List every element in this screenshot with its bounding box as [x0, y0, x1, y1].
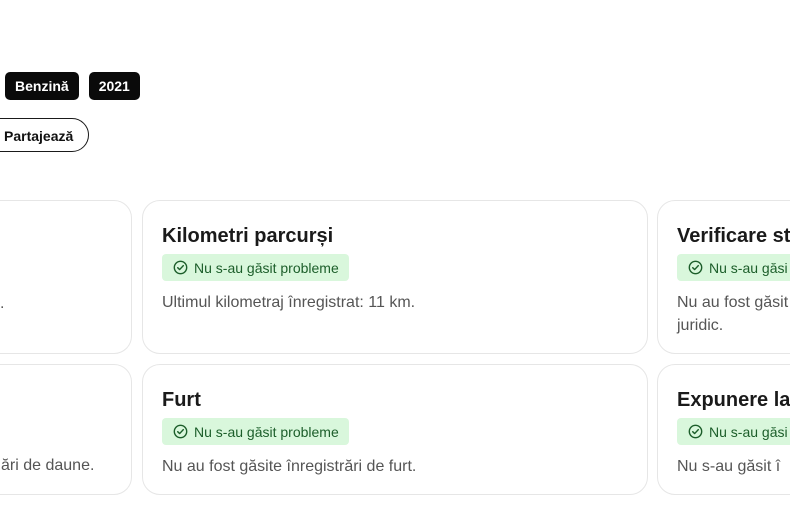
- fuel-tag: Benzină: [5, 72, 79, 100]
- card-description: Nu au fost găsit juridic.: [677, 294, 789, 334]
- status-badge: Nu s-au găsit probleme: [162, 254, 349, 281]
- status-badge-label: Nu s-au găsit probleme: [194, 423, 339, 440]
- share-button[interactable]: Partajează: [0, 118, 90, 152]
- card-description: Nu au fost găsite înregistrări de furt.: [162, 458, 417, 475]
- status-badge-label: Nu s-au găsi: [709, 259, 788, 276]
- vehicle-tags: Benzină 2021: [5, 72, 140, 100]
- card-description: Nu s-au găsit î: [677, 458, 781, 475]
- card-legal-check: Verificare st Nu s-au găsi Nu au fost gă…: [657, 200, 790, 354]
- status-badge-label: Nu s-au găsit probleme: [194, 259, 339, 276]
- status-badge: Nu s-au găsi: [677, 254, 790, 281]
- card-title: Verificare st: [677, 225, 790, 247]
- status-badge: Nu s-au găsi: [677, 418, 790, 445]
- card-description: .: [0, 295, 5, 312]
- check-circle-icon: [173, 260, 188, 275]
- year-tag: 2021: [88, 72, 140, 100]
- check-circle-icon: [688, 424, 703, 439]
- card-title: Kilometri parcurși: [162, 225, 334, 247]
- check-circle-icon: [688, 260, 703, 275]
- card-exposure: Expunere la Nu s-au găsi Nu s-au găsit î: [657, 364, 790, 495]
- status-badge-label: Nu s-au găsi: [709, 423, 788, 440]
- card-description: Ultimul kilometraj înregistrat: 11 km.: [162, 294, 416, 311]
- card-theft: Furt Nu s-au găsit probleme Nu au fost g…: [142, 364, 648, 495]
- status-badge: Nu s-au găsit probleme: [162, 418, 349, 445]
- report-page: Benzină 2021 Partajează . Kilometri parc…: [0, 0, 790, 527]
- card-mileage: Kilometri parcurși Nu s-au găsit problem…: [142, 200, 648, 354]
- card-partial-left-bottom: ări de daune.: [0, 364, 132, 495]
- card-description: ări de daune.: [1, 457, 95, 474]
- card-title: Furt: [162, 389, 201, 411]
- card-title: Expunere la: [677, 389, 790, 411]
- check-circle-icon: [173, 424, 188, 439]
- card-partial-left-top: .: [0, 200, 132, 354]
